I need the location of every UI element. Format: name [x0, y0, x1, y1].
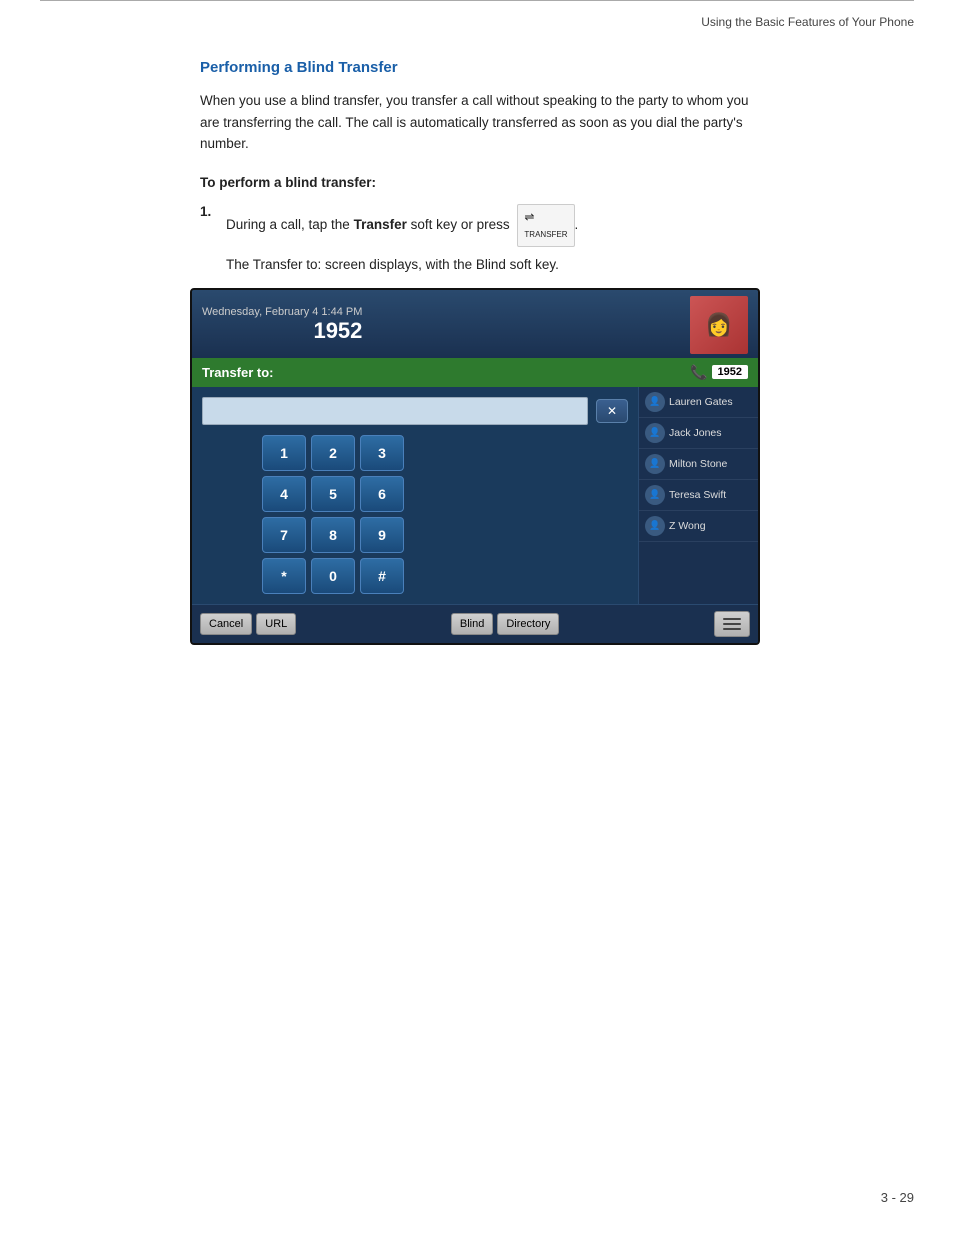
active-call-badge: 📞 1952	[690, 364, 748, 381]
key-0[interactable]: 0	[311, 558, 355, 594]
softkey-blind[interactable]: Blind	[451, 613, 493, 635]
phone-left-panel: ✕ 1 2 3 4 5 6 7 8 9 * 0 #	[192, 387, 638, 604]
phone-info: Wednesday, February 4 1:44 PM 1952	[202, 306, 362, 344]
input-row: ✕	[202, 397, 628, 425]
step-text-bold: Transfer	[354, 217, 407, 232]
phone-screen: Wednesday, February 4 1:44 PM 1952 👩 Tra…	[190, 288, 760, 645]
main-content: Performing a Blind Transfer When you use…	[200, 29, 754, 645]
contact-lauren-gates[interactable]: 👤 Lauren Gates	[639, 387, 758, 418]
transfer-to-bar: Transfer to: 📞 1952	[192, 358, 758, 387]
transfer-button-icon: ⇌ TRANSFER	[517, 204, 574, 247]
key-7[interactable]: 7	[262, 517, 306, 553]
delete-button[interactable]: ✕	[596, 399, 628, 423]
transfer-to-label: Transfer to:	[202, 365, 274, 380]
avatar-image: 👩	[690, 296, 748, 354]
phone-avatar: 👩	[690, 296, 748, 354]
softkey-bar: Cancel URL Blind Directory	[192, 604, 758, 643]
contact-avatar-icon: 👤	[645, 516, 665, 536]
phone-extension: 1952	[202, 318, 362, 344]
page-number: 3 - 29	[881, 1190, 914, 1205]
contact-avatar-icon: 👤	[645, 423, 665, 443]
contact-z-wong[interactable]: 👤 Z Wong	[639, 511, 758, 542]
contact-name: Teresa Swift	[669, 489, 726, 502]
contact-name: Milton Stone	[669, 458, 727, 471]
key-8[interactable]: 8	[311, 517, 355, 553]
menu-line-1	[723, 618, 741, 620]
subheading: To perform a blind transfer:	[200, 175, 754, 190]
keypad: 1 2 3 4 5 6 7 8 9 * 0 #	[262, 435, 628, 594]
key-6[interactable]: 6	[360, 476, 404, 512]
step-text: During a call, tap the Transfer soft key…	[226, 204, 578, 247]
step-text-prefix: During a call, tap the	[226, 217, 354, 232]
header-breadcrumb: Using the Basic Features of Your Phone	[0, 9, 954, 29]
step-1: 1. During a call, tap the Transfer soft …	[200, 204, 754, 247]
top-rule	[40, 0, 914, 9]
menu-button[interactable]	[714, 611, 750, 637]
softkey-cancel[interactable]: Cancel	[200, 613, 252, 635]
contact-avatar-icon: 👤	[645, 454, 665, 474]
transfer-label-text: TRANSFER	[524, 230, 567, 239]
transfer-arrow-icon: ⇌	[524, 208, 534, 227]
contacts-list: 👤 Lauren Gates 👤 Jack Jones 👤 Milton Sto…	[638, 387, 758, 604]
step-text-suffix: soft key or press	[407, 217, 510, 232]
contact-name: Z Wong	[669, 520, 706, 533]
contact-name: Lauren Gates	[669, 396, 733, 409]
menu-lines-icon	[723, 618, 741, 630]
key-1[interactable]: 1	[262, 435, 306, 471]
contact-avatar-icon: 👤	[645, 485, 665, 505]
active-call-number: 1952	[712, 365, 748, 379]
key-hash[interactable]: #	[360, 558, 404, 594]
key-5[interactable]: 5	[311, 476, 355, 512]
page-footer: 3 - 29	[881, 1190, 914, 1205]
phone-body: ✕ 1 2 3 4 5 6 7 8 9 * 0 #	[192, 387, 758, 604]
menu-line-3	[723, 628, 741, 630]
key-3[interactable]: 3	[360, 435, 404, 471]
body-text: When you use a blind transfer, you trans…	[200, 90, 754, 155]
key-9[interactable]: 9	[360, 517, 404, 553]
contact-milton-stone[interactable]: 👤 Milton Stone	[639, 449, 758, 480]
contact-teresa-swift[interactable]: 👤 Teresa Swift	[639, 480, 758, 511]
step-number: 1.	[200, 204, 218, 219]
step-note: The Transfer to: screen displays, with t…	[226, 257, 754, 272]
contact-name: Jack Jones	[669, 427, 722, 440]
phone-datetime: Wednesday, February 4 1:44 PM	[202, 306, 362, 318]
softkey-url[interactable]: URL	[256, 613, 296, 635]
call-icon: 📞	[690, 364, 707, 381]
key-4[interactable]: 4	[262, 476, 306, 512]
contact-avatar-icon: 👤	[645, 392, 665, 412]
key-2[interactable]: 2	[311, 435, 355, 471]
menu-line-2	[723, 623, 741, 625]
key-star[interactable]: *	[262, 558, 306, 594]
softkey-directory[interactable]: Directory	[497, 613, 559, 635]
phone-number-input[interactable]	[202, 397, 588, 425]
contact-jack-jones[interactable]: 👤 Jack Jones	[639, 418, 758, 449]
phone-top-bar: Wednesday, February 4 1:44 PM 1952 👩	[192, 290, 758, 358]
delete-icon: ✕	[607, 404, 617, 418]
section-title: Performing a Blind Transfer	[200, 59, 754, 76]
